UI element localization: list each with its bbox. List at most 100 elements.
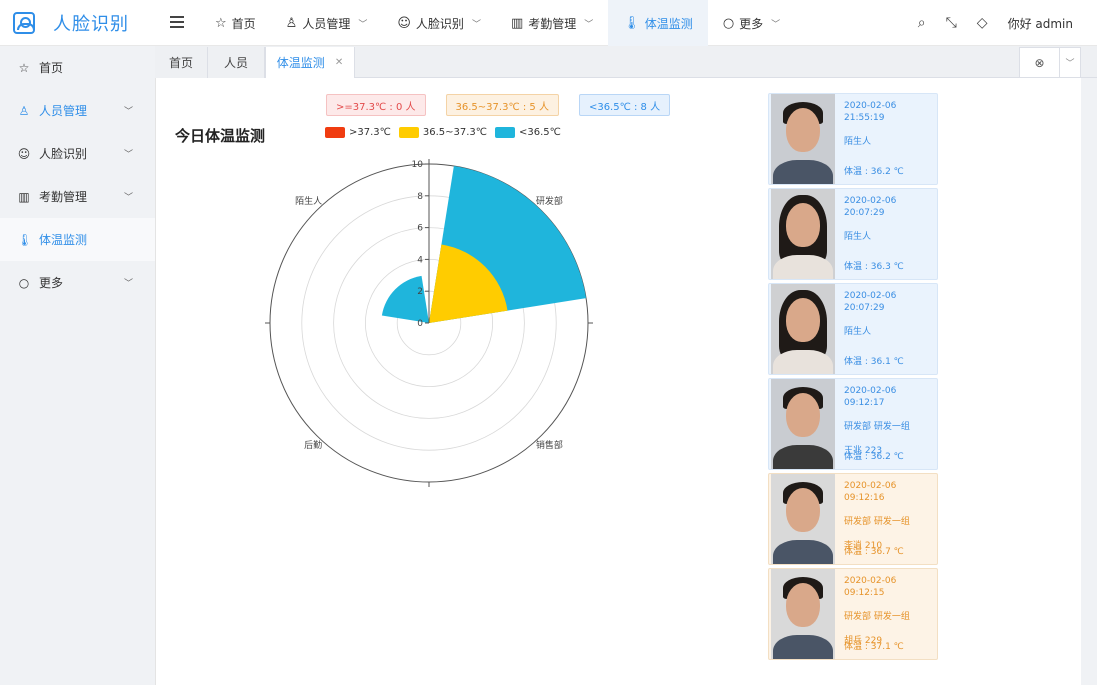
radial-tick-label: 10 [412, 160, 424, 170]
close-icon[interactable]: ✕ [335, 57, 343, 68]
feed-card[interactable]: 2020-02-06 09:12:15 研发部 研发一组 胡兵 229 体温 :… [768, 568, 938, 660]
feed-card[interactable]: 2020-02-06 20:07:29 陌生人 体温 : 36.3 ℃ [768, 188, 938, 280]
nav-attendance[interactable]: ▥ 考勤管理 ﹀ [496, 0, 608, 46]
sidebar: ☆ 首页 ♙ 人员管理 ﹀ ☺ 人脸识别 ﹀ ▥ 考勤管理 ﹀ 🌡︎ 体温监测 ○ 更多 ﹀ [0, 46, 155, 685]
polar-bar-chart: 0 2 4 6 8 10 研发部销售部 后勤 陌生人 [265, 159, 593, 487]
nav-temperature[interactable]: 🌡︎ 体温监测 [608, 0, 708, 46]
feed-line1: 研发部 研发一组 [844, 612, 910, 622]
chevron-down-icon: ﹀ [123, 279, 133, 289]
tab-personnel[interactable]: 人员 [208, 47, 265, 78]
nav-personnel[interactable]: ♙ 人员管理 ﹀ [271, 0, 383, 46]
feed-temperature: 体温 : 36.3 ℃ [844, 262, 904, 272]
legend-swatch [495, 127, 516, 138]
nav-more[interactable]: ○ 更多 ﹀ [708, 0, 795, 46]
feed-info: 2020-02-06 20:07:29 陌生人 体温 : 36.1 ℃ [836, 284, 937, 374]
photo-face [786, 298, 820, 342]
circle-icon: ○ [18, 275, 30, 290]
feed-line1: 陌生人 [844, 137, 872, 147]
legend-item-low[interactable]: <36.5℃ [495, 127, 561, 138]
feed-card[interactable]: 2020-02-06 20:07:29 陌生人 体温 : 36.1 ℃ [768, 283, 938, 375]
feed-card[interactable]: 2020-02-06 09:12:17 研发部 研发一组 王兆 223 体温 :… [768, 378, 938, 470]
chevron-down-icon: ﹀ [123, 193, 133, 203]
face-photo [771, 284, 835, 374]
badge-high-temp: >=37.3℃ : 0 人 [326, 94, 426, 116]
face-photo [771, 94, 835, 184]
top-nav: ☆ 首页 ♙ 人员管理 ﹀ ☺ 人脸识别 ﹀ ▥ 考勤管理 ﹀ 🌡︎ 体温监测 ○ 更多 ﹀ [200, 0, 795, 46]
bar-chart-icon: ▥ [510, 15, 524, 31]
sidebar-item-attendance[interactable]: ▥ 考勤管理 ﹀ [0, 175, 155, 218]
polar-bar-陌生人-<36.5℃ [381, 275, 429, 323]
face-photo [771, 189, 835, 279]
radial-tick-label: 4 [417, 255, 423, 265]
legend-item-mid[interactable]: 36.5~37.3℃ [398, 127, 487, 138]
face-photo [771, 569, 835, 659]
feed-temperature: 体温 : 36.2 ℃ [844, 452, 904, 462]
temperature-summary: >=37.3℃ : 0 人 36.5~37.3℃ : 5 人 <36.5℃ : … [326, 94, 671, 116]
sidebar-item-home[interactable]: ☆ 首页 [0, 46, 155, 89]
logo[interactable]: 人脸识别 [0, 0, 155, 46]
photo-face [786, 393, 820, 437]
category-label: 销售部 [536, 439, 563, 451]
chart-title: 今日体温监测 [175, 127, 266, 145]
thermometer-icon: 🌡︎ [623, 15, 640, 31]
feed-line1: 研发部 研发一组 [844, 422, 910, 432]
chart-legend: >37.3℃ 36.5~37.3℃ <36.5℃ [325, 127, 569, 138]
user-greeting[interactable]: 你好 admin [1008, 15, 1073, 32]
bar-chart-icon: ▥ [18, 189, 30, 204]
feed-temperature: 体温 : 36.1 ℃ [844, 357, 904, 367]
photo-body [773, 255, 833, 279]
feed-info: 2020-02-06 09:12:17 研发部 研发一组 王兆 223 体温 :… [836, 379, 937, 469]
close-tabs-icon[interactable]: ⊗ [1020, 48, 1060, 77]
photo-body [773, 635, 833, 659]
search-icon[interactable]: ⌕ [918, 15, 926, 31]
feed-line1: 研发部 研发一组 [844, 517, 910, 527]
chevron-down-icon: ﹀ [123, 150, 133, 160]
photo-face [786, 108, 820, 152]
user-icon: ♙ [18, 103, 30, 118]
chevron-down-icon: ﹀ [123, 107, 133, 117]
tab-temperature[interactable]: 体温监测 ✕ [265, 47, 355, 78]
face-photo [771, 379, 835, 469]
thermometer-icon: 🌡︎ [17, 232, 33, 247]
legend-swatch [325, 127, 345, 138]
feed-card[interactable]: 2020-02-06 09:12:16 研发部 研发一组 李逍 210 体温 :… [768, 473, 938, 565]
diamond-icon[interactable]: ◇ [977, 15, 988, 31]
feed-info: 2020-02-06 20:07:29 陌生人 体温 : 36.3 ℃ [836, 189, 937, 279]
star-icon: ☆ [18, 60, 30, 75]
top-bar: 人脸识别 ☆ 首页 ♙ 人员管理 ﹀ ☺ 人脸识别 ﹀ ▥ 考勤管理 ﹀ 🌡︎ 体温监测 ○ 更多… [0, 0, 1097, 46]
feed-time: 2020-02-06 21:55:19 [844, 101, 897, 123]
feed-time: 2020-02-06 09:12:16 [844, 481, 897, 503]
badge-mid-temp: 36.5~37.3℃ : 5 人 [445, 94, 559, 116]
feed-line1: 陌生人 [844, 232, 872, 242]
feed-temperature: 体温 : 36.7 ℃ [844, 547, 904, 557]
fullscreen-icon[interactable]: ⤡ [946, 15, 957, 31]
feed-temperature: 体温 : 37.1 ℃ [844, 642, 904, 652]
nav-face[interactable]: ☺ 人脸识别 ﹀ [382, 0, 496, 46]
badge-low-temp: <36.5℃ : 8 人 [578, 94, 671, 116]
photo-body [773, 350, 833, 374]
star-icon: ☆ [215, 15, 227, 31]
radial-tick-label: 0 [417, 319, 423, 329]
feed-card[interactable]: 2020-02-06 21:55:19 陌生人 体温 : 36.2 ℃ [768, 93, 938, 185]
main-content: >=37.3℃ : 0 人 36.5~37.3℃ : 5 人 <36.5℃ : … [155, 78, 1081, 685]
radial-tick-label: 8 [417, 192, 423, 202]
sidebar-item-face[interactable]: ☺ 人脸识别 ﹀ [0, 132, 155, 175]
chevron-down-icon[interactable]: ﹀ [1060, 48, 1080, 77]
tab-controls: ⊗ ﹀ [1019, 47, 1081, 78]
category-label: 研发部 [536, 195, 563, 207]
category-label: 后勤 [304, 439, 322, 451]
legend-item-high[interactable]: >37.3℃ [325, 127, 391, 138]
feed-temperature: 体温 : 36.2 ℃ [844, 167, 904, 177]
sidebar-item-personnel[interactable]: ♙ 人员管理 ﹀ [0, 89, 155, 132]
menu-toggle-icon[interactable] [170, 16, 184, 30]
feed-info: 2020-02-06 09:12:16 研发部 研发一组 李逍 210 体温 :… [836, 474, 937, 564]
radial-tick-label: 6 [417, 224, 423, 234]
feed-time: 2020-02-06 09:12:15 [844, 576, 897, 598]
feed-time: 2020-02-06 20:07:29 [844, 196, 897, 218]
sidebar-item-more[interactable]: ○ 更多 ﹀ [0, 261, 155, 304]
radial-tick-label: 2 [417, 287, 423, 297]
tab-home[interactable]: 首页 [155, 47, 208, 78]
category-label: 陌生人 [295, 195, 322, 207]
sidebar-item-temperature[interactable]: 🌡︎ 体温监测 [0, 218, 155, 261]
nav-home[interactable]: ☆ 首页 [200, 0, 271, 46]
